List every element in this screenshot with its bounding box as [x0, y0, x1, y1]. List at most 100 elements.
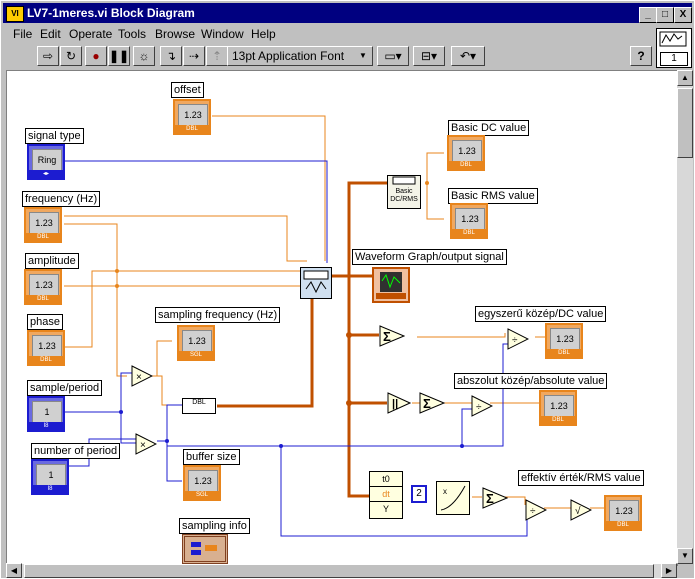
svg-text:×: × [140, 440, 146, 451]
sqrt-node[interactable]: √ [570, 499, 592, 521]
label-amplitude: amplitude [25, 253, 79, 269]
label-frequency: frequency (Hz) [22, 191, 101, 207]
basic-dc-indicator[interactable]: 1.23 DBL [447, 135, 485, 171]
label-effektiv: effektív érték/RMS value [518, 470, 644, 486]
window: VI LV7-1meres.vi Block Diagram _ □ X Fil… [0, 0, 695, 579]
sampling-frequency-indicator[interactable]: 1.23 SGL [177, 325, 215, 361]
amplitude-terminal[interactable]: 1.23 DBL [24, 269, 62, 305]
sum-node-3[interactable]: Σ [482, 487, 508, 509]
basic-rms-indicator[interactable]: 1.23 DBL [450, 203, 488, 239]
sampling-info-cluster-icon[interactable] [182, 534, 228, 564]
divide-node-1[interactable]: ÷ [507, 328, 529, 350]
svg-text:x: x [443, 487, 447, 496]
window-title: LV7-1meres.vi Block Diagram [27, 6, 195, 20]
abszolut-indicator[interactable]: 1.23 DBL [539, 390, 577, 426]
title-bar[interactable]: VI LV7-1meres.vi Block Diagram _ □ X [3, 3, 692, 23]
svg-text:÷: ÷ [476, 402, 482, 413]
svg-text:√: √ [575, 505, 581, 517]
svg-text:÷: ÷ [530, 506, 536, 517]
egyszeru-indicator[interactable]: 1.23 DBL [545, 323, 583, 359]
chevron-down-icon: ▼ [359, 51, 367, 60]
divide-node-2[interactable]: ÷ [471, 395, 493, 417]
connector-pane-icon[interactable]: 1 [656, 28, 692, 68]
help-button[interactable]: ? [630, 46, 652, 66]
menu-help[interactable]: Help [251, 27, 276, 41]
phase-terminal[interactable]: 1.23 DBL [27, 330, 65, 366]
abort-icon[interactable]: ● [85, 46, 107, 66]
number-of-period-terminal[interactable]: 1 I8 [31, 459, 69, 495]
label-phase: phase [27, 314, 63, 330]
menu-bar: File Edit Operate Tools Browse Window He… [3, 25, 653, 43]
scroll-up-icon[interactable]: ▲ [677, 70, 693, 86]
svg-text:Σ: Σ [383, 329, 391, 344]
svg-text:Σ: Σ [486, 491, 494, 506]
label-sample-period: sample/period [27, 380, 103, 396]
horizontal-scrollbar[interactable]: ◀ ▶ [6, 563, 677, 578]
label-abszolut: abszolut közép/absolute value [454, 373, 608, 389]
multiply-node-1[interactable]: × [131, 365, 153, 387]
scroll-down-icon[interactable]: ▼ [677, 548, 693, 564]
close-button[interactable]: X [674, 7, 692, 23]
vertical-scrollbar[interactable]: ▲ ▼ [677, 70, 693, 564]
font-selector[interactable]: 13pt Application Font ▼ [227, 46, 373, 66]
vertical-scroll-thumb[interactable] [677, 88, 693, 158]
scroll-right-icon[interactable]: ▶ [661, 563, 677, 578]
font-selector-value: 13pt Application Font [232, 49, 345, 63]
to-dbl-conversion-node[interactable]: DBL [182, 398, 216, 414]
label-waveform-graph: Waveform Graph/output signal [352, 249, 507, 265]
frequency-terminal[interactable]: 1.23 DBL [24, 207, 62, 243]
vi-icon: VI [6, 6, 24, 22]
waveform-generator-node[interactable] [300, 267, 332, 299]
distribute-objects-icon[interactable]: ⊟▾ [413, 46, 445, 66]
maximize-button[interactable]: □ [656, 7, 674, 23]
menu-window[interactable]: Window [201, 27, 244, 41]
scroll-left-icon[interactable]: ◀ [6, 563, 22, 578]
svg-text:Σ: Σ [423, 396, 431, 411]
align-objects-icon[interactable]: ▭▾ [377, 46, 409, 66]
basic-dc-rms-node[interactable]: Basic DC/RMS [387, 175, 421, 209]
signal-type-ring-terminal[interactable]: Ring ◂▸ [27, 144, 65, 180]
sample-period-terminal[interactable]: 1 I8 [27, 396, 65, 432]
menu-file[interactable]: File [13, 27, 32, 41]
divide-node-3[interactable]: ÷ [525, 499, 547, 521]
run-continuous-icon[interactable]: ↻ [60, 46, 82, 66]
label-signal-type: signal type [25, 128, 84, 144]
label-offset: offset [171, 82, 204, 98]
abs-node[interactable]: || [387, 392, 411, 414]
pause-icon[interactable]: ❚❚ [108, 46, 130, 66]
connector-number: 1 [660, 52, 688, 66]
sum-node-1[interactable]: Σ [379, 325, 405, 347]
minimize-button[interactable]: _ [639, 7, 657, 23]
label-number-of-period: number of period [31, 443, 121, 459]
offset-terminal[interactable]: 1.23 DBL [173, 99, 211, 135]
label-basic-dc: Basic DC value [448, 120, 530, 136]
basic-dc-rms-label: Basic DC/RMS [390, 188, 418, 203]
multiply-node-2[interactable]: × [135, 433, 157, 455]
toolbar: ⇨ ↻ ● ❚❚ ☼ ↴ ⇢ ⇡ 13pt Application Font ▼… [3, 44, 653, 68]
waveform-components-node[interactable]: t0 dt Y [369, 471, 403, 519]
svg-text:||: || [392, 398, 398, 410]
power-node[interactable]: x [436, 481, 470, 515]
label-basic-rms: Basic RMS value [448, 188, 538, 204]
label-buffer-size: buffer size [183, 449, 240, 465]
label-sampling-info: sampling info [179, 518, 250, 534]
horizontal-scroll-thumb[interactable] [24, 564, 654, 578]
menu-operate[interactable]: Operate [69, 27, 112, 41]
svg-text:÷: ÷ [512, 335, 518, 346]
menu-tools[interactable]: Tools [118, 27, 146, 41]
buffer-size-indicator[interactable]: 1.23 SGL [183, 465, 221, 501]
menu-browse[interactable]: Browse [155, 27, 195, 41]
step-over-icon[interactable]: ⇢ [183, 46, 205, 66]
label-sampling-frequency: sampling frequency (Hz) [155, 307, 281, 323]
waveform-graph-terminal[interactable] [372, 267, 410, 303]
constant-two[interactable]: 2 [411, 485, 427, 503]
sum-node-2[interactable]: Σ [419, 392, 445, 414]
block-diagram-canvas[interactable]: offset signal type frequency (Hz) amplit… [6, 70, 678, 566]
menu-edit[interactable]: Edit [40, 27, 61, 41]
effektiv-indicator[interactable]: 1.23 DBL [604, 495, 642, 531]
reorder-icon[interactable]: ↶▾ [451, 46, 485, 66]
step-into-icon[interactable]: ↴ [160, 46, 182, 66]
highlight-execution-icon[interactable]: ☼ [133, 46, 155, 66]
run-arrow-icon[interactable]: ⇨ [37, 46, 59, 66]
step-out-icon[interactable]: ⇡ [206, 46, 228, 66]
